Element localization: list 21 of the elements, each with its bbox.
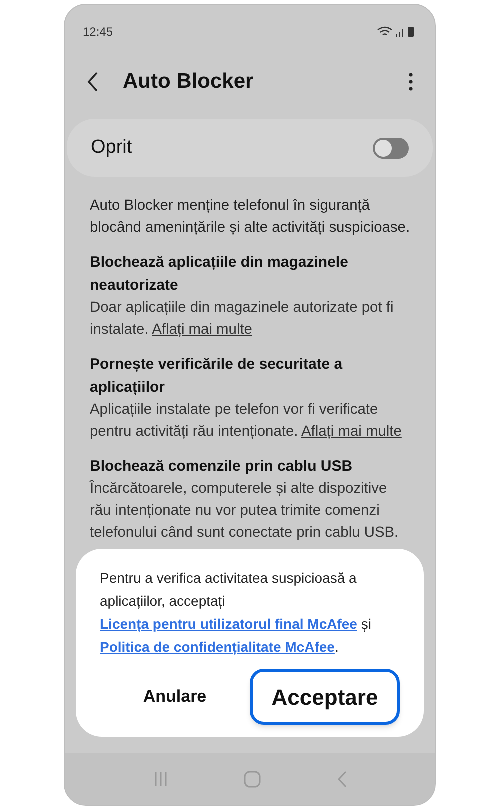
section-body: Doar aplicațiile din magazinele autorizate pot fi instalate. Aflați mai multe [90,299,395,340]
section-body: Încărcătoarele, computerele și alte dispozitive rău intenționate nu vor putea trimite comenzi telefonului când sunt conectate prin cablu USB. [90,479,400,543]
description-text: Auto Blocker menține telefonul în siguranță blocând amenințările și alte activități suspicioase. [90,197,411,238]
policy-link[interactable]: Licența pentru utilizatorul final McAfee [100,616,358,632]
status-time: 12:45 [83,24,114,41]
policy-link[interactable]: Politica de confidențialitate McAfee [100,639,335,655]
dialog-message: Pentru a verifica activitatea suspicioasă a aplicațiilor, acceptați Licența pentru utilizatorul final McAfee și Politica de confidențialitate McAfee. [100,569,372,658]
dialog-button[interactable]: Acceptare [250,669,400,725]
dialog-button[interactable]: Anulare [100,669,250,725]
section-body: Aplicațiile instalate pe telefon vor fi verificate pentru activități rău intenționate. Aflați mai multe [90,401,403,442]
section-title: Blochează aplicațiile din magazinele neautorizate [90,253,350,296]
back-icon[interactable] [87,72,99,92]
switch-label: Oprit [91,136,134,160]
learn-more-link[interactable]: Aflați mai multe [152,322,252,338]
more-options-icon[interactable] [409,73,413,91]
section-title: Pornește verificările de securitate a aplicațiilor [90,355,344,398]
page-title: Auto Blocker [123,69,255,96]
toggle-switch[interactable] [373,138,409,158]
status-icons [377,26,417,38]
learn-more-link[interactable]: Aflați mai multe [301,424,402,440]
section-title: Blochează comenzile prin cablu USB [90,457,354,477]
